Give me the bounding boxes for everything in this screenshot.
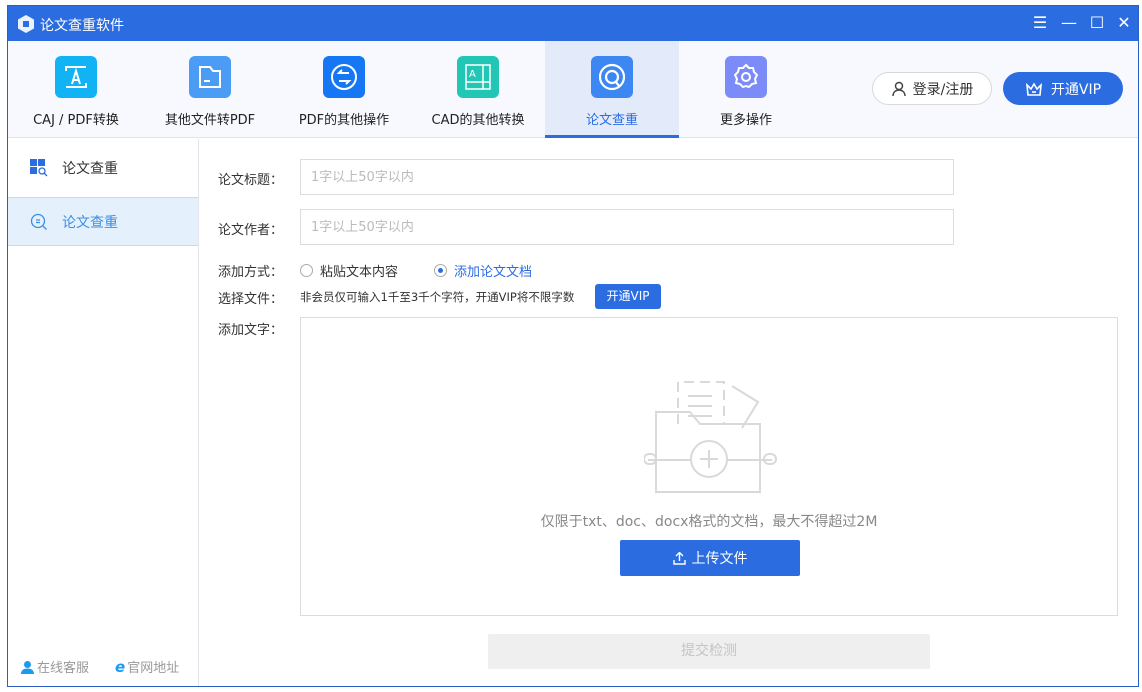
file-drop-area[interactable]: 仅限于txt、doc、docx格式的文档，最大不得超过2M 上传文件 [300,317,1118,616]
user-icon [891,81,906,96]
tab-label: 论文查重 [585,113,638,128]
customer-service-icon [21,661,34,674]
sidebar: 论文查重 论文查重 在线客服 e 官网地址 [8,139,199,686]
caj-pdf-icon [55,56,97,98]
sidebar-item-plagiarism-home[interactable]: 论文查重 [8,139,198,197]
tab-label: 更多操作 [719,113,772,128]
online-service-label: 在线客服 [37,661,90,676]
ie-icon: e [115,657,126,676]
swap-icon [323,56,365,98]
gear-icon [725,56,767,98]
tab-caj-pdf[interactable]: CAJ / PDF转换 [9,41,143,138]
open-vip-small-button[interactable]: 开通VIP [595,284,661,309]
svg-text:A: A [469,69,476,80]
submit-check-button[interactable]: 提交检测 [488,634,930,669]
method-label: 添加方式： [218,265,284,280]
member-limit-note: 非会员仅可输入1千至3千个字符，开通VIP将不限字数 [300,290,575,304]
sidebar-item-label: 论文查重 [62,214,118,231]
radio-add-document[interactable]: 添加论文文档 [434,261,532,280]
paper-author-input[interactable] [300,209,954,245]
tab-plagiarism-check[interactable]: 论文查重 [545,41,679,138]
radio-circle-selected [434,264,447,277]
paper-title-input[interactable] [300,159,954,195]
sidebar-item-plagiarism-check[interactable]: 论文查重 [8,197,198,246]
tab-label: CAD的其他转换 [431,113,525,128]
sidebar-item-label: 论文查重 [62,161,118,177]
online-service-link[interactable]: 在线客服 [20,657,89,676]
file-label: 选择文件： [218,292,284,307]
tab-cad[interactable]: A CAD的其他转换 [411,41,545,138]
window-title: 论文查重软件 [40,18,124,34]
folder-file-icon [189,56,231,98]
main-toolbar: CAJ / PDF转换 其他文件转PDF PDF的其他操作 A CAD的其他转换… [8,41,1138,138]
tab-other-to-pdf[interactable]: 其他文件转PDF [143,41,277,138]
upload-file-button[interactable]: 上传文件 [620,540,800,576]
vip-label: 开通VIP [1050,81,1102,98]
radio-paste-text[interactable]: 粘贴文本内容 [300,261,398,280]
search-check-icon [591,56,633,98]
open-vip-button[interactable]: 开通VIP [1003,72,1123,105]
author-label: 论文作者： [218,223,284,238]
crown-icon [1025,81,1042,96]
official-website-label: 官网地址 [127,661,180,676]
tab-label: CAJ / PDF转换 [33,113,119,128]
minimize-button[interactable]: — [1057,12,1081,34]
app-window: 论文查重软件 ☰ — ☐ ✕ CAJ / PDF转换 其他文件转PDF PDF的… [7,5,1139,687]
menu-icon[interactable]: ☰ [1028,12,1052,34]
tab-label: 其他文件转PDF [164,113,256,128]
folder-upload-icon [644,381,777,493]
official-website-link[interactable]: e 官网地址 [115,657,180,677]
title-bar: 论文查重软件 ☰ — ☐ ✕ [8,6,1138,41]
radio-circle [300,264,313,277]
search-icon [30,213,47,230]
file-format-hint: 仅限于txt、doc、docx格式的文档，最大不得超过2M [540,514,878,530]
text-label: 添加文字： [218,323,284,338]
title-label: 论文标题： [218,173,284,188]
tab-label: PDF的其他操作 [298,113,390,128]
login-label: 登录/注册 [912,81,974,98]
radio-label: 添加论文文档 [454,265,533,280]
radio-label: 粘贴文本内容 [320,265,399,280]
upload-label: 上传文件 [691,551,748,567]
tab-more[interactable]: 更多操作 [679,41,813,138]
maximize-button[interactable]: ☐ [1085,12,1109,34]
cad-icon: A [457,56,499,98]
close-button[interactable]: ✕ [1112,12,1136,34]
app-logo-icon [18,15,34,33]
upload-icon [672,551,686,565]
grid-search-icon [30,159,48,177]
login-register-button[interactable]: 登录/注册 [872,72,992,105]
tab-pdf-other[interactable]: PDF的其他操作 [277,41,411,138]
